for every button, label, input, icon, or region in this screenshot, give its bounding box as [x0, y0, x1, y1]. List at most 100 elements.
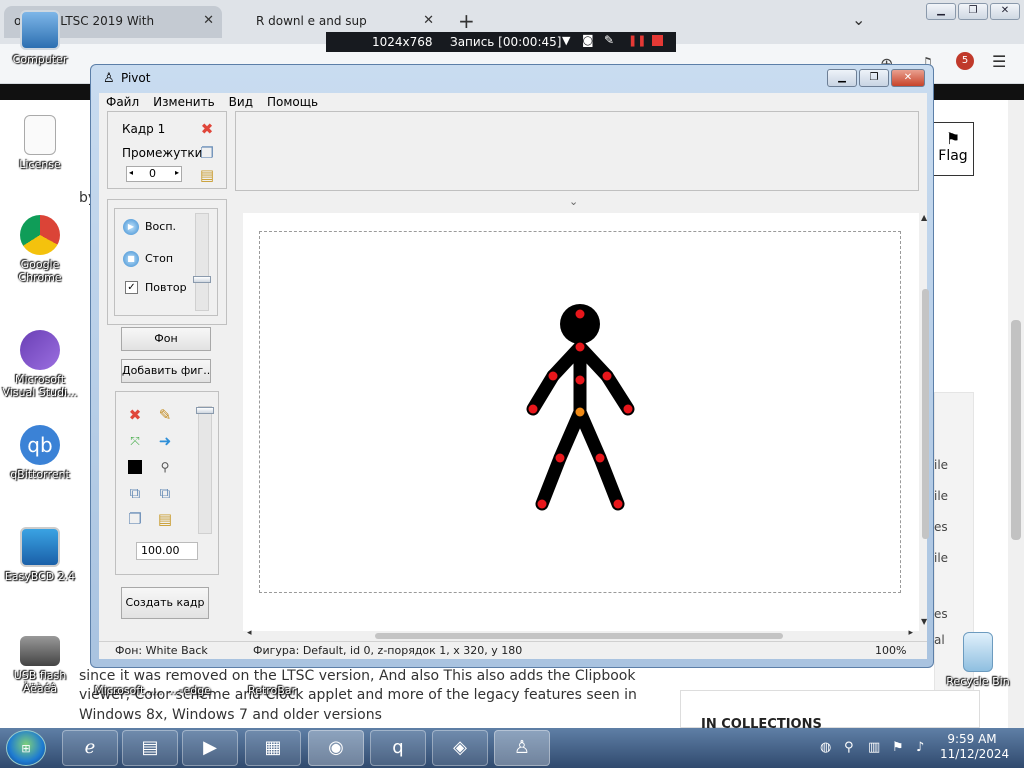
- close-button[interactable]: ✕: [891, 69, 925, 87]
- start-button[interactable]: ⊞: [6, 730, 46, 766]
- stop-icon[interactable]: ■: [123, 251, 139, 267]
- pause-icon[interactable]: ❚❚: [628, 34, 646, 47]
- tray-network-icon[interactable]: ▥: [868, 740, 880, 755]
- drawing-canvas[interactable]: [259, 231, 901, 593]
- pencil-icon[interactable]: ✎: [156, 406, 174, 424]
- desktop-icon-recycle-bin[interactable]: Recycle Bin: [938, 632, 1018, 688]
- tray-search-icon[interactable]: ⚲: [844, 740, 854, 755]
- taskbar-pivot-icon[interactable]: ♙: [494, 730, 550, 766]
- desktop-icon-qbittorrent[interactable]: qb qBittorrent: [0, 425, 80, 481]
- desktop-icon-chrome[interactable]: Google Chrome: [0, 215, 80, 284]
- taskbar-chrome-icon[interactable]: ◉: [308, 730, 364, 766]
- side-item[interactable]: es: [934, 520, 948, 534]
- figure-joint-handle[interactable]: [575, 309, 585, 319]
- scroll-left-icon[interactable]: ◂: [247, 628, 252, 638]
- figure-joint-handle[interactable]: [595, 453, 605, 463]
- increment-icon[interactable]: ▸: [175, 168, 179, 177]
- scroll-right-icon[interactable]: ▸: [908, 628, 913, 638]
- tray-flag-icon[interactable]: ⚑: [892, 740, 904, 755]
- play-label[interactable]: Восп.: [145, 220, 176, 233]
- scroll-up-icon[interactable]: ▲: [921, 213, 927, 222]
- figure-joint-handle[interactable]: [623, 404, 633, 414]
- taskbar-control-panel-icon[interactable]: ▦: [245, 730, 301, 766]
- side-item[interactable]: ile: [934, 458, 948, 472]
- delete-frame-icon[interactable]: ✖: [198, 120, 216, 138]
- desktop-icon-easybcd[interactable]: EasyBCD 2.4: [0, 527, 80, 583]
- stick-figure[interactable]: [526, 304, 635, 511]
- center-figure-icon[interactable]: ⤧: [126, 432, 144, 450]
- side-item[interactable]: es: [934, 607, 948, 621]
- canvas-horizontal-scrollbar[interactable]: ◂ ▸: [247, 628, 913, 641]
- bring-forward-icon[interactable]: ⧉: [126, 484, 144, 502]
- taskbar-qbittorrent-icon[interactable]: q: [370, 730, 426, 766]
- stop-label[interactable]: Стоп: [145, 252, 173, 265]
- flag-button[interactable]: ⚑ Flag: [932, 122, 974, 176]
- new-tab-button[interactable]: +: [458, 9, 475, 33]
- figure-joint-handle[interactable]: [537, 499, 547, 509]
- copy-figure-icon[interactable]: ❐: [126, 510, 144, 528]
- figure-joint-handle[interactable]: [602, 371, 612, 381]
- scale-input[interactable]: 100.00: [136, 542, 198, 560]
- desktop-icon-edge[interactable]: ...-edge: [150, 684, 230, 697]
- tray-volume-icon[interactable]: ♪: [916, 740, 924, 755]
- close-icon[interactable]: ✕: [203, 13, 214, 28]
- timeline-collapse-chevron-icon[interactable]: ⌄: [569, 195, 578, 208]
- copy-icon[interactable]: ❐: [198, 144, 216, 162]
- decrement-icon[interactable]: ◂: [129, 168, 133, 177]
- scroll-down-icon[interactable]: ▼: [921, 617, 927, 626]
- maximize-button[interactable]: ❐: [859, 69, 889, 87]
- close-icon[interactable]: ✕: [423, 13, 434, 28]
- color-swatch-icon[interactable]: [126, 458, 144, 476]
- interval-spinner[interactable]: ◂ 0 ▸: [126, 166, 182, 182]
- timeline-strip[interactable]: [235, 111, 919, 191]
- figure-joint-handle[interactable]: [555, 453, 565, 463]
- speed-slider[interactable]: [193, 213, 211, 311]
- minimize-button[interactable]: ▁: [926, 3, 956, 20]
- side-item[interactable]: ile: [934, 551, 948, 565]
- figure-joint-handle[interactable]: [575, 342, 585, 352]
- desktop-icon-retrobar[interactable]: RetroBar: [232, 684, 312, 697]
- vertical-scroll-thumb[interactable]: [922, 289, 929, 539]
- speed-slider-thumb[interactable]: [193, 276, 211, 283]
- taskbar-media-icon[interactable]: ▶: [182, 730, 238, 766]
- desktop-icon-license[interactable]: License: [0, 115, 80, 171]
- play-icon[interactable]: ▶: [123, 219, 139, 235]
- taskbar-clock[interactable]: 9:59 AM 11/12/2024: [940, 732, 1009, 762]
- menu-edit[interactable]: Изменить: [146, 93, 222, 111]
- create-frame-button[interactable]: Создать кадр: [121, 587, 209, 619]
- figure-joint-handle[interactable]: [528, 404, 538, 414]
- desktop-icon-visual-studio[interactable]: Microsoft Visual Studi...: [0, 330, 80, 399]
- edit-figure-icon[interactable]: ⚲: [156, 458, 174, 476]
- loop-checkbox[interactable]: ✓: [125, 281, 138, 294]
- delete-figure-icon[interactable]: ✖: [126, 406, 144, 424]
- pen-icon[interactable]: ✎: [604, 33, 614, 47]
- close-button[interactable]: ✕: [990, 3, 1020, 20]
- taskbar-explorer-icon[interactable]: ▤: [122, 730, 178, 766]
- taskbar-virtualbox-icon[interactable]: ◈: [432, 730, 488, 766]
- menu-icon[interactable]: ☰: [992, 52, 1006, 71]
- maximize-button[interactable]: ❐: [958, 3, 988, 20]
- recorder-dropdown-icon[interactable]: ▼: [562, 34, 570, 47]
- figure-center-handle[interactable]: [575, 407, 585, 417]
- flip-arrow-icon[interactable]: ➜: [156, 432, 174, 450]
- figure-joint-handle[interactable]: [613, 499, 623, 509]
- minimize-button[interactable]: ▁: [827, 69, 857, 87]
- menu-file[interactable]: Файл: [99, 93, 146, 111]
- tray-qbittorrent-icon[interactable]: ◍: [820, 740, 831, 755]
- scale-slider[interactable]: [196, 406, 214, 534]
- stop-record-icon[interactable]: [652, 35, 663, 46]
- camera-icon[interactable]: ◙: [582, 33, 594, 47]
- menu-help[interactable]: Помощь: [260, 93, 325, 111]
- send-backward-icon[interactable]: ⧉: [156, 484, 174, 502]
- background-button[interactable]: Фон: [121, 327, 211, 351]
- paste-icon[interactable]: ▤: [198, 166, 216, 184]
- desktop-icon-usb[interactable]: USB flash Äëàéâ: [0, 636, 80, 695]
- canvas-vertical-scrollbar[interactable]: ▲ ▼: [921, 213, 931, 631]
- paste-figure-icon[interactable]: ▤: [156, 510, 174, 528]
- page-scrollbar-thumb[interactable]: [1011, 320, 1021, 540]
- extension-badge-icon[interactable]: 5: [956, 52, 974, 70]
- menu-view[interactable]: Вид: [222, 93, 260, 111]
- figure-joint-handle[interactable]: [548, 371, 558, 381]
- side-item[interactable]: ile: [934, 489, 948, 503]
- taskbar-ie-icon[interactable]: ℯ: [62, 730, 118, 766]
